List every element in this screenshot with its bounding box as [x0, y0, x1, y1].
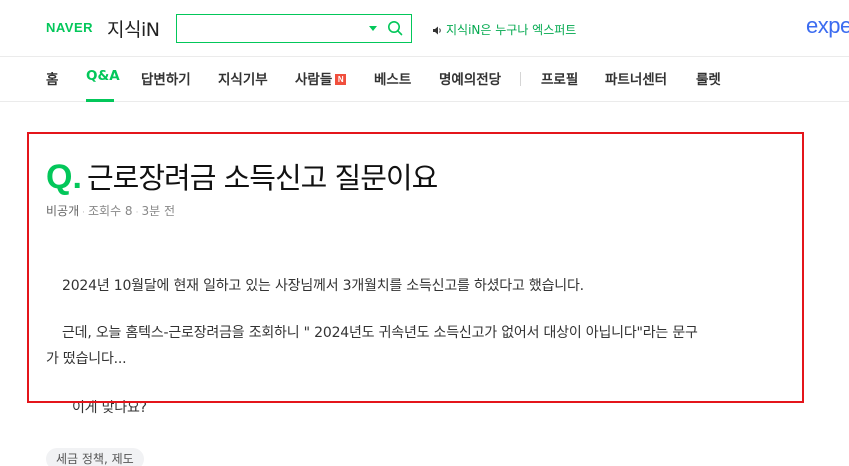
- nav-answer[interactable]: 답변하기: [141, 68, 191, 88]
- speaker-icon: [433, 26, 441, 35]
- search-input[interactable]: [177, 15, 367, 42]
- main-nav: 홈 Q&A 답변하기 지식기부 사람들 N 베스트 명예의전당 프로필 파트너센터…: [0, 57, 849, 102]
- nav-partner-center[interactable]: 파트너센터: [605, 68, 667, 88]
- kin-logo[interactable]: 지식iN: [107, 15, 160, 42]
- question-time: 3분 전: [141, 204, 175, 218]
- expert-logo[interactable]: expe: [806, 13, 849, 39]
- nav-hall-of-fame[interactable]: 명예의전당: [439, 68, 501, 88]
- search-dropdown-arrow-icon[interactable]: [369, 26, 377, 31]
- question-mark-icon: Q.: [46, 158, 82, 196]
- nav-profile[interactable]: 프로필: [541, 68, 578, 88]
- question-title: 근로장려금 소득신고 질문이요: [87, 161, 438, 195]
- top-header: NAVER 지식iN 지식iN은 누구나 엑스퍼트 expe: [0, 0, 849, 57]
- new-badge: N: [335, 74, 347, 85]
- nav-divider: [520, 72, 521, 86]
- search-box: [176, 14, 412, 43]
- tag-chip[interactable]: 세금 정책, 제도: [46, 448, 144, 466]
- question-views: 조회수 8: [88, 204, 133, 218]
- question-meta: 비공개 · 조회수 8 · 3분 전: [46, 204, 175, 218]
- nav-people[interactable]: 사람들 N: [295, 68, 347, 88]
- nav-roulette[interactable]: 룰렛: [696, 68, 721, 88]
- expert-notice-text: 지식iN은 누구나 엑스퍼트: [446, 23, 577, 37]
- question-body-line: 가 떴습니다...: [46, 351, 127, 367]
- naver-logo[interactable]: NAVER: [46, 20, 93, 35]
- search-icon[interactable]: [387, 20, 403, 36]
- nav-people-label: 사람들: [295, 72, 333, 88]
- nav-active-indicator: [86, 99, 114, 102]
- question-body-line: 2024년 10월달에 현재 일하고 있는 사장님께서 3개월치를 소득신고를 …: [62, 278, 584, 294]
- question-author: 비공개: [46, 204, 80, 218]
- question-body-line: 이게 맞나요?: [72, 400, 147, 416]
- nav-donation[interactable]: 지식기부: [218, 68, 268, 88]
- nav-best[interactable]: 베스트: [374, 68, 411, 88]
- expert-notice-link[interactable]: 지식iN은 누구나 엑스퍼트: [432, 21, 576, 38]
- question-body-line: 근데, 오늘 홈텍스-근로장려금을 조회하니 " 2024년도 귀속년도 소득신…: [62, 325, 698, 341]
- nav-qna[interactable]: Q&A: [86, 68, 120, 84]
- nav-home[interactable]: 홈: [46, 68, 58, 88]
